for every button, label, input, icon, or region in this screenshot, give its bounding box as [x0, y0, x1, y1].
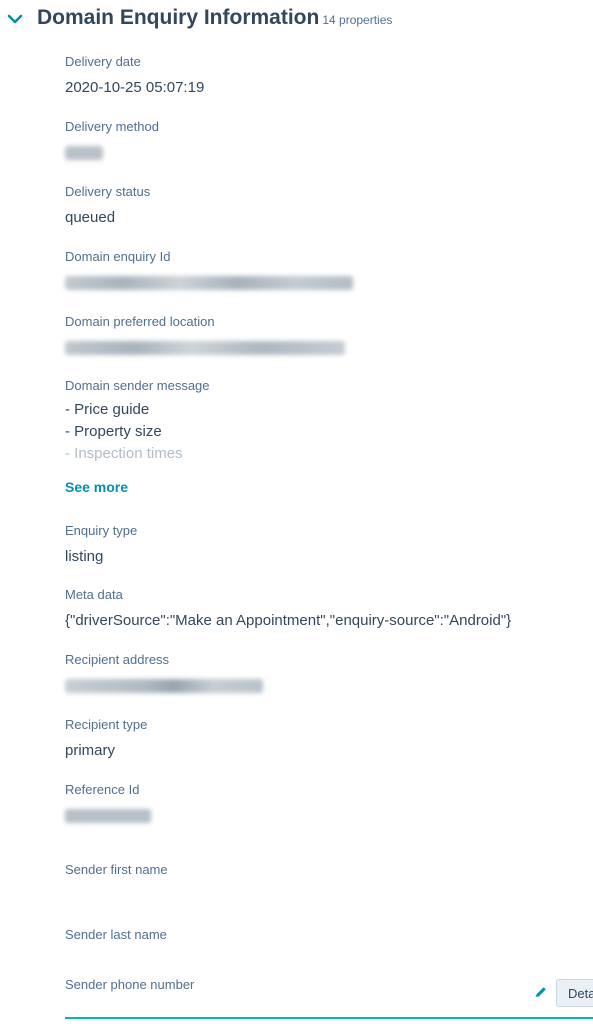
- property-label: Domain sender message: [65, 378, 210, 393]
- property-sender-last-name[interactable]: Sender last name: [65, 927, 565, 943]
- property-reference-id[interactable]: Reference Id: [65, 782, 565, 823]
- property-label: Delivery date: [65, 54, 141, 69]
- property-delivery-status[interactable]: Delivery status queued: [65, 184, 565, 229]
- property-delivery-method[interactable]: Delivery method: [65, 119, 565, 160]
- property-value: {"driverSource":"Make an Appointment","e…: [65, 612, 512, 629]
- property-label: Delivery status: [65, 184, 151, 199]
- redacted-value: [65, 341, 345, 355]
- property-value: 2020-10-25 05:07:19: [65, 79, 205, 96]
- pencil-icon[interactable]: [534, 985, 548, 999]
- message-line: - Inspection times: [65, 445, 183, 462]
- property-label: Meta data: [65, 587, 123, 602]
- property-count: 14 properties: [322, 13, 393, 27]
- property-label: Sender phone number: [65, 977, 195, 992]
- property-value: listing: [65, 548, 104, 565]
- redacted-value: [65, 679, 263, 693]
- redacted-value: [65, 809, 151, 823]
- property-value: primary: [65, 742, 116, 759]
- property-label: Domain preferred location: [65, 314, 215, 329]
- chevron-down-icon[interactable]: [6, 10, 24, 28]
- property-label: Delivery method: [65, 119, 159, 134]
- section-title: Domain Enquiry Information 14 properties: [37, 6, 392, 30]
- redacted-value: [65, 276, 353, 290]
- property-domain-enquiry-id[interactable]: Domain enquiry Id: [65, 249, 565, 290]
- property-recipient-type[interactable]: Recipient type primary: [65, 717, 565, 762]
- property-label: Enquiry type: [65, 523, 138, 538]
- property-meta-data[interactable]: Meta data {"driverSource":"Make an Appoi…: [65, 587, 565, 632]
- property-domain-sender-message[interactable]: Domain sender message - Price guide - Pr…: [65, 378, 565, 465]
- property-value: queued: [65, 209, 116, 226]
- property-label: Sender last name: [65, 927, 167, 942]
- redacted-value: [65, 146, 103, 160]
- property-domain-preferred-location[interactable]: Domain preferred location: [65, 314, 565, 355]
- section-header[interactable]: Domain Enquiry Information 14 properties: [0, 0, 593, 40]
- property-label: Domain enquiry Id: [65, 249, 171, 264]
- section-title-text: Domain Enquiry Information: [37, 6, 320, 29]
- property-label: Recipient type: [65, 717, 148, 732]
- phone-input-focus-line[interactable]: [65, 1017, 593, 1019]
- details-button[interactable]: Details: [556, 979, 593, 1007]
- property-enquiry-type[interactable]: Enquiry type listing: [65, 523, 565, 568]
- property-delivery-date[interactable]: Delivery date 2020-10-25 05:07:19: [65, 54, 565, 99]
- message-line: - Price guide: [65, 401, 150, 418]
- property-label: Sender first name: [65, 862, 168, 877]
- property-sender-first-name[interactable]: Sender first name: [65, 862, 565, 878]
- property-recipient-address[interactable]: Recipient address: [65, 652, 565, 693]
- see-more-link[interactable]: See more: [65, 479, 128, 495]
- property-sender-phone-number[interactable]: Sender phone number: [65, 977, 565, 993]
- message-line: - Property size: [65, 423, 162, 440]
- property-label: Reference Id: [65, 782, 140, 797]
- property-label: Recipient address: [65, 652, 170, 667]
